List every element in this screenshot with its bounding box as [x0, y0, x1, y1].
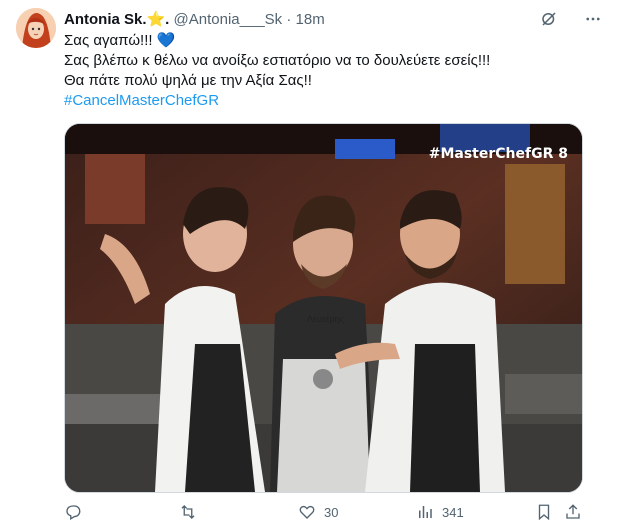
tweet: Antonia Sk.⭐. @Antonia___Sk · 18m Σας αγ… [0, 0, 620, 525]
like-count: 30 [324, 504, 339, 520]
avatar[interactable] [16, 8, 56, 48]
separator-dot: · [286, 11, 292, 28]
tweet-text: Σας αγαπώ!!! 💙 Σας βλέπω κ θέλω να ανοίξ… [64, 31, 604, 111]
retweet-icon [179, 503, 197, 521]
reply-button[interactable] [64, 503, 90, 521]
share-icon [564, 503, 582, 521]
hashtag-link[interactable]: #CancelMasterChefGR [64, 91, 604, 111]
tweet-actions: 30 341 [64, 503, 594, 525]
media-overlay-number: 8 [558, 146, 568, 162]
bookmark-icon [535, 503, 553, 521]
views-icon [416, 503, 434, 521]
views-button[interactable]: 341 [416, 503, 464, 521]
author-name[interactable]: Antonia Sk.⭐. [64, 11, 169, 28]
share-button[interactable] [564, 503, 582, 521]
retweet-button[interactable] [179, 503, 205, 521]
media-overlay-hashtag: #MasterChefGR 8 [428, 146, 568, 162]
author-handle[interactable]: @Antonia___Sk [174, 11, 283, 28]
tweet-text-line-1: Σας αγαπώ!!! 💙 [64, 32, 176, 49]
more-icon[interactable] [584, 10, 602, 28]
timestamp[interactable]: 18m [296, 11, 325, 28]
header-icons [540, 10, 602, 28]
tweet-text-line-3: Θα πάτε πολύ ψηλά με την Αξία Σας!! [64, 72, 312, 89]
tweet-text-line-2: Σας βλέπω κ θέλω να ανοίξω εστιατόριο να… [64, 52, 491, 69]
tweet-media-photo[interactable]: #MasterChefGR 8 Λευτέρης [64, 123, 583, 493]
views-count: 341 [442, 504, 464, 520]
grok-icon[interactable] [540, 10, 558, 28]
reply-icon [64, 503, 82, 521]
like-icon [298, 503, 316, 521]
photo-illustration [65, 124, 582, 492]
bookmark-button[interactable] [535, 503, 553, 521]
like-button[interactable]: 30 [298, 503, 338, 521]
tweet-header: Antonia Sk.⭐. @Antonia___Sk · 18m [64, 10, 610, 30]
apron-name-label: Λευτέρης [307, 314, 344, 324]
